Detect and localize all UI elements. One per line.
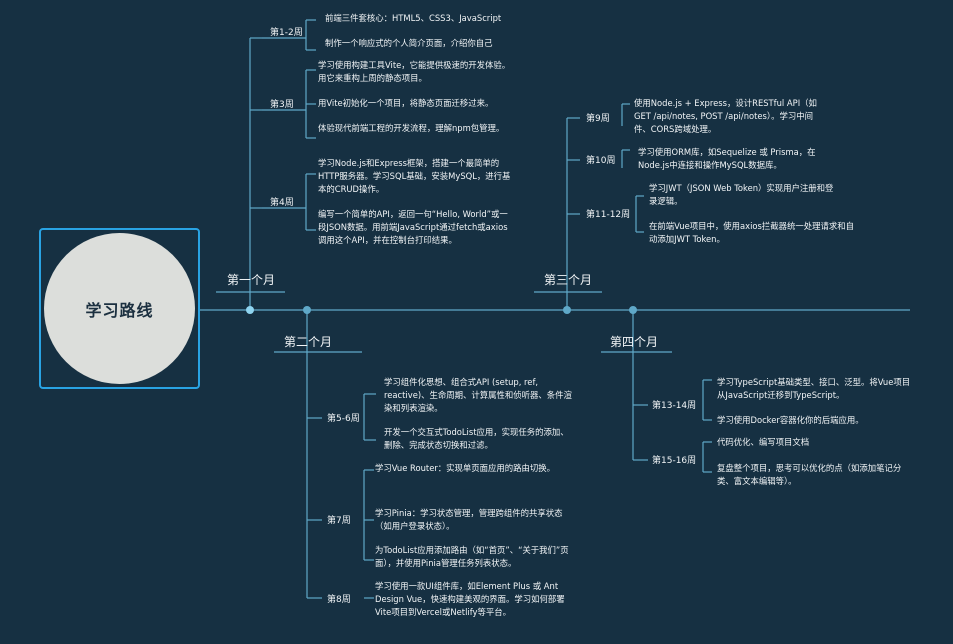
leaf-w3-1: 学习使用构建工具Vite，它能提供极速的开发体验。用它来重构上周的静态项目。 [318, 60, 511, 83]
month-4-label[interactable]: 第四个月 [610, 333, 658, 350]
week-7-label[interactable]: 第7周 [327, 513, 351, 526]
root-node[interactable]: 学习路线 [44, 233, 195, 384]
leaf-w13-1: 学习TypeScript基础类型、接口、泛型。将Vue项目从JavaScript… [717, 377, 911, 400]
week-4-label[interactable]: 第4周 [270, 195, 294, 208]
week-13-14-label[interactable]: 第13-14周 [652, 398, 696, 411]
leaf-w5-2: 开发一个交互式TodoList应用，实现任务的添加、删除、完成状态切换和过滤。 [384, 427, 569, 450]
week-15-16-label[interactable]: 第15-16周 [652, 453, 696, 466]
leaf-w1-2: 制作一个响应式的个人简介页面，介绍你自己 [325, 38, 493, 48]
month-1-label[interactable]: 第一个月 [227, 271, 275, 288]
leaf-w13-2: 学习使用Docker容器化你的后端应用。 [717, 415, 864, 425]
leaf-w7-1: 学习Vue Router：实现单页面应用的路由切换。 [375, 463, 556, 473]
leaf-w10-1: 学习使用ORM库，如Sequelize 或 Prisma，在Node.js中连接… [638, 147, 816, 170]
axis-dot-month2 [303, 306, 311, 314]
leaf-w11-2: 在前端Vue项目中，使用axios拦截器统一处理请求和自动添加JWT Token… [649, 221, 855, 244]
leaf-w3-2: 用Vite初始化一个项目，将静态页面迁移过来。 [318, 98, 494, 108]
leaf-w1-1: 前端三件套核心：HTML5、CSS3、JavaScript [325, 13, 502, 23]
month-2-label[interactable]: 第二个月 [284, 333, 332, 350]
leaf-w4-2: 编写一个简单的API，返回一句“Hello, World”或一段JSON数据。用… [318, 209, 508, 245]
week-1-2-label[interactable]: 第1-2周 [270, 25, 303, 38]
month-3-label[interactable]: 第三个月 [544, 271, 592, 288]
week-3-label[interactable]: 第3周 [270, 97, 294, 110]
leaf-w15-2: 复盘整个项目，思考可以优化的点（如添加笔记分类、富文本编辑等）。 [717, 463, 902, 486]
leaf-w15-1: 代码优化、编写项目文档 [717, 437, 810, 447]
week-5-6-label[interactable]: 第5-6周 [327, 411, 360, 424]
root-title: 学习路线 [85, 300, 154, 320]
week-10-label[interactable]: 第10周 [586, 153, 615, 166]
week-11-12-label[interactable]: 第11-12周 [586, 207, 630, 220]
leaf-w11-1: 学习JWT（JSON Web Token）实现用户注册和登录逻辑。 [649, 183, 834, 206]
leaf-w7-2: 学习Pinia：学习状态管理，管理跨组件的共享状态（如用户登录状态）。 [375, 508, 563, 531]
leaf-w7-3: 为TodoList应用添加路由（如“首页”、“关于我们”页面），并使用Pinia… [375, 545, 569, 568]
axis-dot-month1 [246, 306, 254, 314]
axis-dot-month4 [629, 306, 637, 314]
leaf-w8-1: 学习使用一款UI组件库，如Element Plus 或 Ant Design V… [375, 581, 565, 617]
leaf-w5-1: 学习组件化思想、组合式API (setup, ref, reactive)、生命… [384, 377, 572, 413]
leaf-w3-3: 体验现代前端工程的开发流程，理解npm包管理。 [318, 123, 505, 133]
week-9-label[interactable]: 第9周 [586, 111, 610, 124]
week-8-label[interactable]: 第8周 [327, 592, 351, 605]
axis-dot-month3 [563, 306, 571, 314]
leaf-w9-1: 使用Node.js + Express，设计RESTful API（如 GET … [634, 98, 817, 134]
leaf-w4-1: 学习Node.js和Express框架，搭建一个最简单的HTTP服务器。学习SQ… [318, 158, 511, 194]
